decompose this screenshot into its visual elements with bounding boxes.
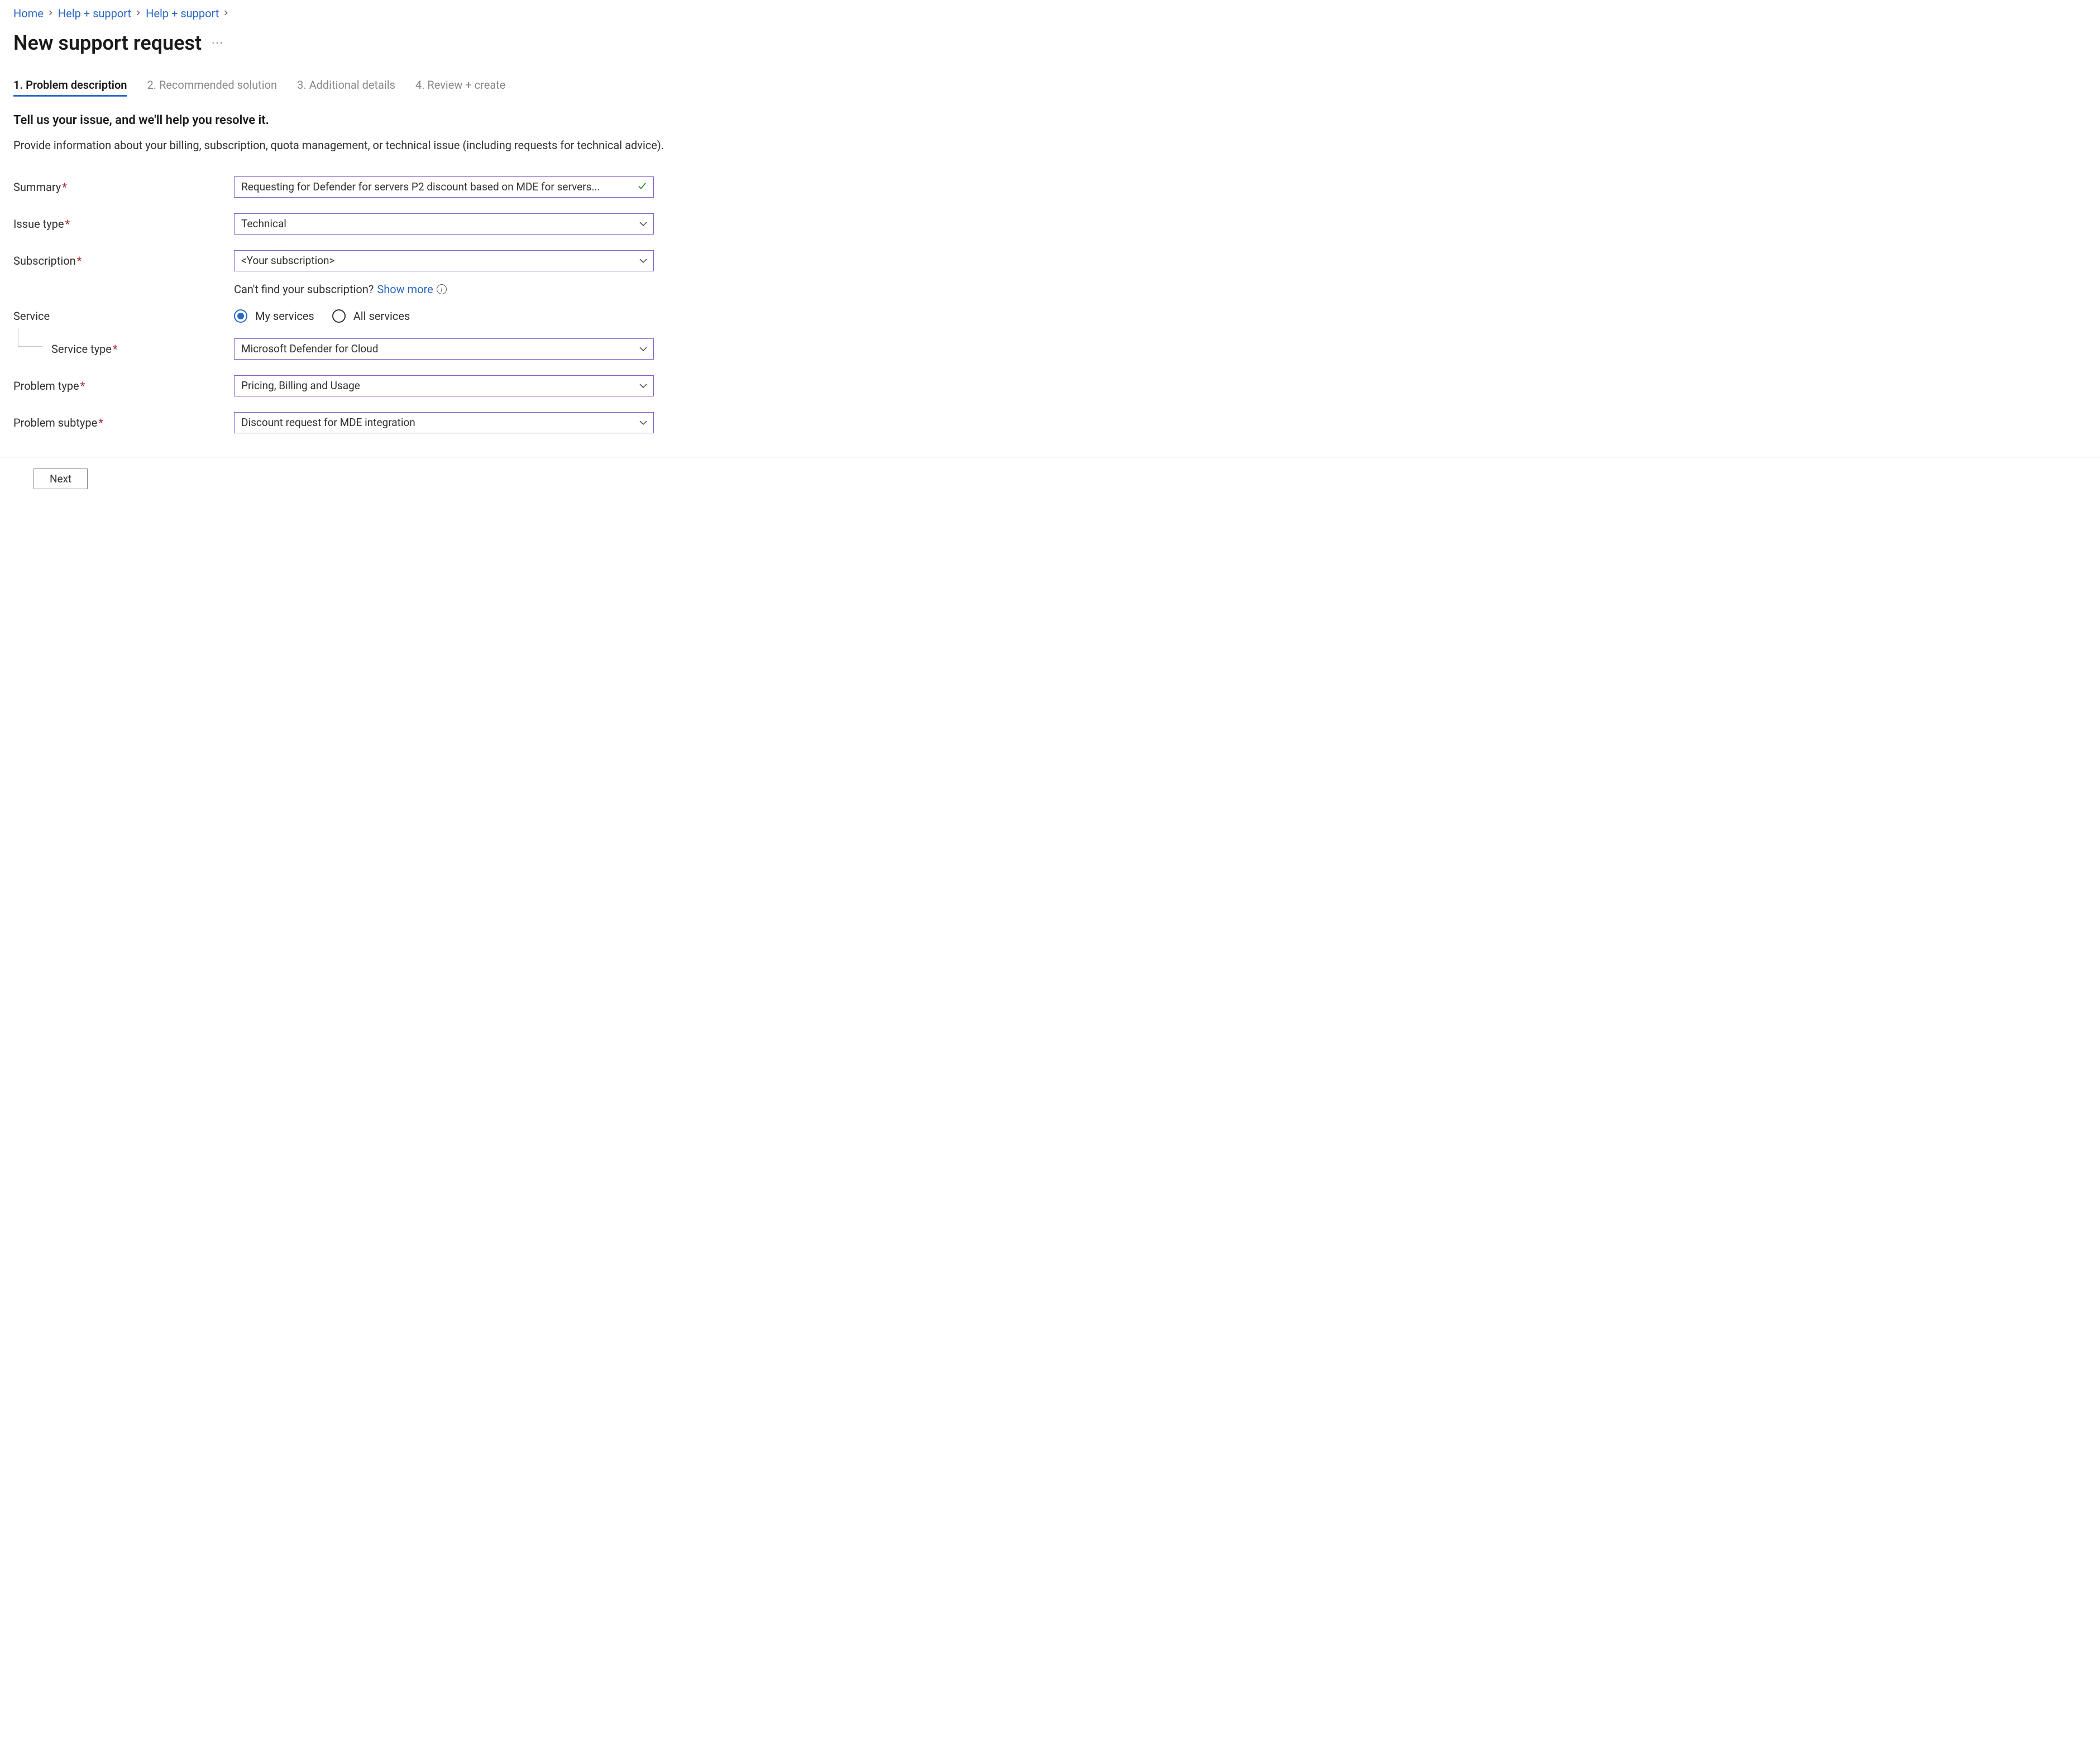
next-button[interactable]: Next	[34, 468, 88, 489]
label-service-type: Service type*	[13, 342, 234, 356]
issue-type-select[interactable]: Technical	[234, 213, 654, 235]
row-issue-type: Issue type* Technical	[13, 213, 2087, 235]
summary-input[interactable]: Requesting for Defender for servers P2 d…	[234, 176, 654, 198]
problem-type-select[interactable]: Pricing, Billing and Usage	[234, 375, 654, 396]
service-radio-group: My services All services	[234, 309, 410, 323]
row-problem-type: Problem type* Pricing, Billing and Usage	[13, 375, 2087, 396]
show-more-link[interactable]: Show more	[377, 283, 433, 296]
breadcrumb-home[interactable]: Home	[13, 7, 44, 20]
breadcrumb-help-support-1[interactable]: Help + support	[58, 7, 131, 20]
problem-subtype-select[interactable]: Discount request for MDE integration	[234, 412, 654, 433]
label-summary: Summary*	[13, 180, 234, 194]
more-icon[interactable]: ···	[212, 36, 224, 50]
subscription-helper: Can't find your subscription? Show more …	[234, 283, 447, 296]
wizard-tabs: 1. Problem description 2. Recommended so…	[13, 78, 2087, 97]
tab-problem-description[interactable]: 1. Problem description	[13, 78, 127, 97]
radio-unchecked-icon	[332, 309, 346, 323]
radio-all-services[interactable]: All services	[332, 309, 410, 323]
page-title-row: New support request ···	[13, 31, 2087, 55]
breadcrumb: Home Help + support Help + support	[13, 7, 2087, 20]
service-type-select[interactable]: Microsoft Defender for Cloud	[234, 338, 654, 360]
tab-review-create[interactable]: 4. Review + create	[415, 78, 505, 97]
label-issue-type: Issue type*	[13, 217, 234, 231]
tab-additional-details[interactable]: 3. Additional details	[297, 78, 395, 97]
row-service-type: Service type* Microsoft Defender for Clo…	[13, 338, 2087, 360]
info-icon[interactable]: i	[437, 284, 447, 294]
radio-label: My services	[255, 309, 314, 323]
page-title: New support request	[13, 31, 202, 55]
chevron-right-icon	[48, 9, 54, 18]
row-subscription: Subscription* <Your subscription>	[13, 250, 2087, 271]
row-subscription-helper: Can't find your subscription? Show more …	[13, 283, 2087, 296]
tab-recommended-solution[interactable]: 2. Recommended solution	[147, 78, 277, 97]
subscription-select[interactable]: <Your subscription>	[234, 250, 654, 271]
chevron-right-icon	[223, 9, 229, 18]
footer-bar: Next	[0, 457, 2100, 500]
section-description: Provide information about your billing, …	[13, 137, 2087, 153]
radio-my-services[interactable]: My services	[234, 309, 314, 323]
label-service: Service	[13, 309, 234, 323]
radio-label: All services	[353, 309, 410, 323]
section-heading: Tell us your issue, and we'll help you r…	[13, 113, 2087, 127]
label-problem-type: Problem type*	[13, 379, 234, 393]
row-problem-subtype: Problem subtype* Discount request for MD…	[13, 412, 2087, 433]
radio-checked-icon	[234, 309, 247, 323]
label-problem-subtype: Problem subtype*	[13, 416, 234, 429]
chevron-right-icon	[136, 9, 141, 18]
breadcrumb-help-support-2[interactable]: Help + support	[146, 7, 219, 20]
indent-connector	[18, 328, 42, 347]
row-summary: Summary* Requesting for Defender for ser…	[13, 176, 2087, 198]
row-service: Service My services All services	[13, 309, 2087, 323]
label-subscription: Subscription*	[13, 254, 234, 267]
